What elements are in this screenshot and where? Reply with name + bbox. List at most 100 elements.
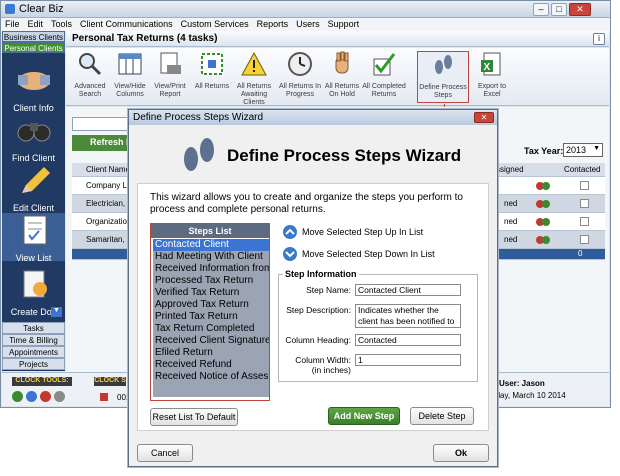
stop-icon xyxy=(100,393,108,401)
sidebar-item-find-client[interactable]: Find Client xyxy=(2,113,65,163)
export-to-excel-button[interactable]: X Export to Excel xyxy=(470,51,514,99)
sidebar-item-edit-client[interactable]: Edit Client xyxy=(2,163,65,213)
steps-list[interactable]: Contacted Client Had Meeting With Client… xyxy=(153,239,269,397)
column-heading-field[interactable]: Contacted xyxy=(355,334,461,346)
all-returns-icon xyxy=(201,53,223,75)
magnifier-icon xyxy=(79,53,102,76)
list-item[interactable]: Received Information from xyxy=(153,263,269,275)
chevron-down-icon[interactable]: ▼ xyxy=(51,307,62,317)
tax-year-select[interactable]: 2013 ▼ xyxy=(563,143,603,157)
clock-out-icon[interactable] xyxy=(40,391,51,402)
step-name-label: Step Name: xyxy=(306,285,351,295)
list-item[interactable]: Received Notice of Asses xyxy=(153,371,269,383)
col-assigned[interactable]: ssigned xyxy=(496,165,524,174)
info-icon[interactable]: i xyxy=(593,33,605,45)
status-icons[interactable] xyxy=(536,234,550,245)
page-header: Personal Tax Returns (4 tasks) i xyxy=(66,31,609,47)
col-client-name[interactable]: Client Name xyxy=(86,165,130,174)
tab-business-clients[interactable]: Business Clients xyxy=(2,31,65,42)
cell-assigned: ned xyxy=(504,199,518,208)
list-item[interactable]: Processed Tax Return xyxy=(153,275,269,287)
advanced-search-button[interactable]: Advanced Search xyxy=(68,51,112,99)
list-item[interactable]: Verified Tax Return xyxy=(153,287,269,299)
contacted-checkbox[interactable] xyxy=(580,181,589,190)
clock-in-icon[interactable] xyxy=(12,391,23,402)
clock-settings-icon[interactable] xyxy=(54,391,65,402)
status-icons[interactable] xyxy=(536,198,550,209)
clock-pause-icon[interactable] xyxy=(26,391,37,402)
nav-appointments[interactable]: Appointments xyxy=(2,346,65,358)
all-completed-returns-button[interactable]: All Completed Returns xyxy=(362,51,406,99)
contacted-checkbox[interactable] xyxy=(580,217,589,226)
menu-reports[interactable]: Reports xyxy=(253,18,293,29)
list-item[interactable]: Received Refund xyxy=(153,359,269,371)
list-item[interactable]: Approved Tax Return xyxy=(153,299,269,311)
toolbar-label: All Returns In Progress xyxy=(278,83,322,98)
step-name-field[interactable]: Contacted Client xyxy=(355,284,461,296)
sidebar-item-view-list[interactable]: View List xyxy=(2,213,65,263)
all-returns-button[interactable]: All Returns xyxy=(190,51,234,91)
chevron-up-icon xyxy=(285,228,295,235)
create-document-icon xyxy=(23,270,47,298)
toolbar-label: All Returns On Hold xyxy=(324,83,360,98)
sidebar: Business Clients Personal Clients Client… xyxy=(2,31,65,371)
sidebar-label: View List xyxy=(15,253,52,263)
reset-list-button[interactable]: Reset List To Default xyxy=(150,408,238,426)
column-heading-label: Column Heading: xyxy=(285,335,351,345)
list-item[interactable]: Efiled Return xyxy=(153,347,269,359)
dialog-title: Define Process Steps Wizard xyxy=(133,112,264,123)
dialog-heading: Define Process Steps Wizard xyxy=(227,146,462,165)
all-returns-on-hold-button[interactable]: All Returns On Hold xyxy=(320,51,364,99)
menu-edit[interactable]: Edit xyxy=(24,18,48,29)
tab-personal-clients[interactable]: Personal Clients xyxy=(2,42,65,53)
close-button[interactable]: ✕ xyxy=(569,3,591,16)
toolbar-label: Export to Excel xyxy=(477,83,506,98)
sidebar-item-client-info[interactable]: Client Info xyxy=(2,63,65,113)
cancel-button[interactable]: Cancel xyxy=(137,444,193,462)
status-icons[interactable] xyxy=(536,216,550,227)
col-contacted[interactable]: Contacted xyxy=(564,165,600,174)
nav-tasks[interactable]: Tasks xyxy=(2,322,65,334)
list-item[interactable]: Printed Tax Return xyxy=(153,311,269,323)
refresh-button[interactable]: Refresh L xyxy=(72,135,132,151)
ok-button[interactable]: Ok xyxy=(433,444,489,462)
wizard-intro: This wizard allows you to create and org… xyxy=(150,192,463,215)
menu-custom-services[interactable]: Custom Services xyxy=(177,18,253,29)
maximize-button[interactable]: □ xyxy=(551,3,567,16)
list-item[interactable]: Received Client Signature xyxy=(153,335,269,347)
column-width-label: Column Width: xyxy=(295,355,351,365)
nav-time-billing[interactable]: Time & Billing xyxy=(2,334,65,346)
list-item[interactable]: Had Meeting With Client xyxy=(153,251,269,263)
minimize-button[interactable]: – xyxy=(533,3,549,16)
all-returns-in-progress-button[interactable]: All Returns In Progress xyxy=(278,51,322,99)
checkmark-icon xyxy=(373,53,396,76)
app-title: Clear Biz xyxy=(19,3,64,15)
view-hide-columns-button[interactable]: View/Hide Columns xyxy=(108,51,152,99)
menu-file[interactable]: File xyxy=(1,18,24,29)
menu-support[interactable]: Support xyxy=(324,18,364,29)
step-description-field[interactable]: Indicates whether the client has been no… xyxy=(355,304,461,328)
define-process-steps-button[interactable]: Define Process Steps xyxy=(417,51,469,103)
timer-value: 00: xyxy=(117,393,129,402)
delete-step-button[interactable]: Delete Step xyxy=(410,407,474,425)
list-item[interactable]: Tax Return Completed xyxy=(153,323,269,335)
move-down-button[interactable] xyxy=(283,247,297,261)
view-print-report-button[interactable]: View/Print Report xyxy=(148,51,192,99)
dialog-close-button[interactable]: ✕ xyxy=(474,112,494,123)
contacted-checkbox[interactable] xyxy=(580,235,589,244)
all-returns-awaiting-clients-button[interactable]: All Returns Awaiting Clients xyxy=(232,51,276,107)
column-width-field[interactable]: 1 xyxy=(355,354,461,366)
nav-projects[interactable]: Projects xyxy=(2,358,65,370)
menu-tools[interactable]: Tools xyxy=(47,18,76,29)
add-new-step-button[interactable]: Add New Step xyxy=(328,407,400,425)
menu-users[interactable]: Users xyxy=(292,18,324,29)
excel-icon: X xyxy=(481,52,501,76)
status-icons[interactable] xyxy=(536,180,550,191)
move-up-button[interactable] xyxy=(283,225,297,239)
title-bar: Clear Biz – □ ✕ xyxy=(1,1,610,18)
list-item[interactable]: Contacted Client xyxy=(153,239,269,251)
menu-client-communications[interactable]: Client Communications xyxy=(76,18,177,29)
search-input[interactable] xyxy=(72,117,132,131)
contacted-total: 0 xyxy=(578,249,583,258)
contacted-checkbox[interactable] xyxy=(580,199,589,208)
